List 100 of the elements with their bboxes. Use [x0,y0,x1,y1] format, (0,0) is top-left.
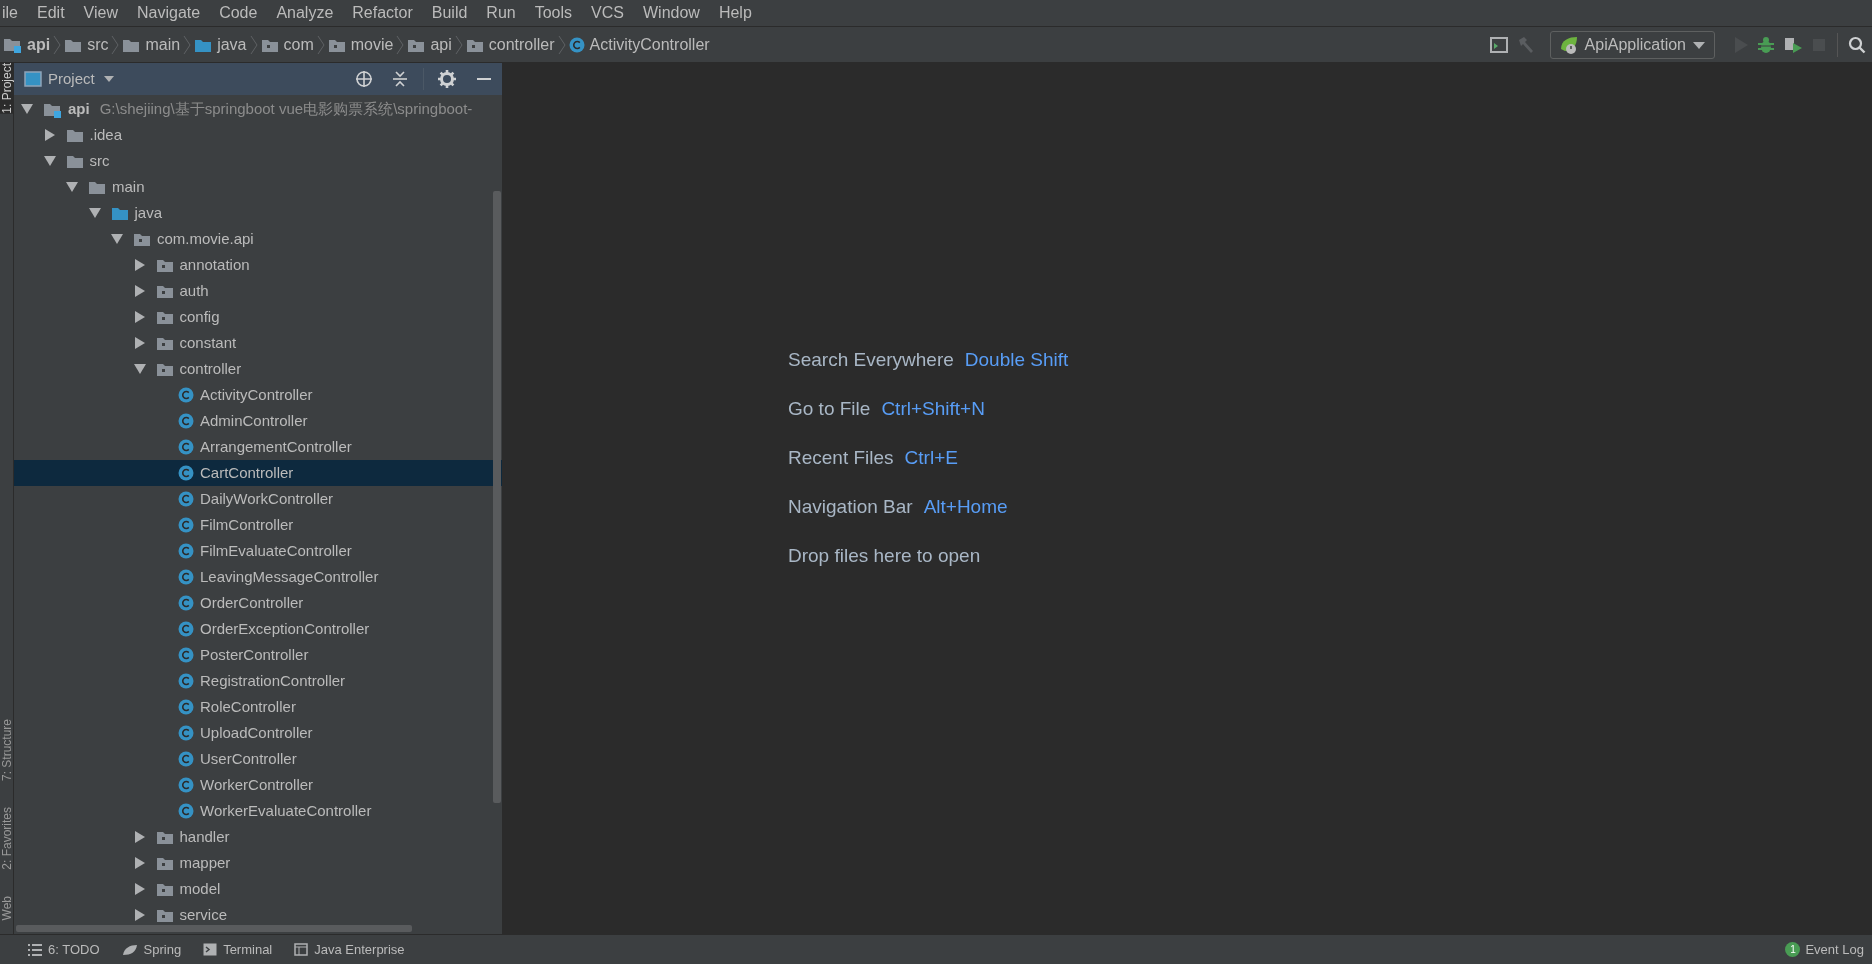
caret-icon [1692,39,1706,50]
collapsed-arrow-icon[interactable] [132,310,147,324]
tree-item[interactable]: DailyWorkController [14,486,502,512]
menu-item[interactable]: ile [2,1,18,25]
tree-item[interactable]: RoleController [14,694,502,720]
side-tab[interactable]: 2: Favorites [0,806,14,870]
class-icon [178,439,194,455]
collapsed-arrow-icon[interactable] [42,128,57,142]
tree-item[interactable]: FilmController [14,512,502,538]
tree-item[interactable]: UserController [14,746,502,772]
tree-item[interactable]: RegistrationController [14,668,502,694]
class-icon [178,621,194,637]
breadcrumb-item[interactable]: api [406,32,453,57]
expanded-arrow-icon[interactable] [110,233,124,245]
menu-item[interactable]: Refactor [352,1,413,25]
expanded-arrow-icon[interactable] [65,181,79,193]
tree-item[interactable]: model [14,876,502,902]
class-icon [178,725,194,741]
tree-item[interactable]: annotation [14,252,502,278]
locate-icon[interactable] [355,70,373,88]
tree-item[interactable]: controller [14,356,502,382]
menu-item[interactable]: Tools [534,1,573,25]
settings-icon[interactable] [438,70,456,88]
menu-item[interactable]: Edit [37,1,65,25]
tree-item[interactable]: WorkerEvaluateController [14,798,502,824]
collapsed-arrow-icon[interactable] [132,284,147,298]
breadcrumb-item[interactable]: com [259,32,315,57]
tree-item[interactable]: mapper [14,850,502,876]
tool-window-tab[interactable]: 6: TODO [28,939,100,960]
collapsed-arrow-icon[interactable] [132,882,147,896]
menu-item[interactable]: Navigate [137,1,201,25]
class-icon [178,517,194,533]
bug-icon[interactable] [1757,35,1775,54]
tree-item[interactable]: ActivityController [14,382,502,408]
tree-item[interactable]: FilmEvaluateController [14,538,502,564]
package-folder-icon [155,829,174,845]
class-icon [178,465,194,481]
menu-item[interactable]: Build [431,1,468,25]
package-folder-icon [155,907,174,923]
expanded-arrow-icon[interactable] [42,155,57,167]
breadcrumb-item[interactable]: controller [464,32,556,57]
expanded-arrow-icon[interactable] [20,103,34,115]
package-folder-icon [133,231,151,247]
collapsed-arrow-icon[interactable] [132,258,147,272]
event-log-tab[interactable]: 1 Event Log [1785,939,1864,960]
side-tab[interactable]: 1: Project [0,63,14,114]
tree-item[interactable]: CartController [14,460,502,486]
menu-item[interactable]: Window [643,1,700,25]
window-icon[interactable] [1489,36,1508,53]
tree-item[interactable]: OrderExceptionController [14,616,502,642]
tree-item[interactable]: config [14,304,502,330]
tree-item[interactable]: .idea [14,122,502,148]
tree-item[interactable]: main [14,174,502,200]
menu-item[interactable]: Analyze [276,1,334,25]
tool-window-tab[interactable]: Terminal [203,939,273,960]
run-configuration-dropdown[interactable]: ApiApplication [1549,30,1715,59]
tree-item[interactable]: LeavingMessageController [14,564,502,590]
tree-item[interactable]: java [14,200,502,226]
menu-item[interactable]: Run [486,1,516,25]
breadcrumb-item[interactable]: api [2,32,52,57]
tool-window-tab[interactable]: Java Enterprise [294,939,405,960]
tree-item[interactable]: api G:\shejiing\基于springboot vue电影购票系统\springboot- [14,96,502,122]
menu-item[interactable]: VCS [591,1,624,25]
search-icon[interactable] [1848,35,1866,54]
collapse-icon[interactable] [391,70,409,88]
tree-item[interactable]: src [14,148,502,174]
horizontal-scrollbar[interactable] [16,925,412,932]
tree-item[interactable]: OrderController [14,590,502,616]
tool-window-tab[interactable]: Spring [121,939,182,960]
collapsed-arrow-icon[interactable] [132,856,147,870]
tree-item[interactable]: PosterController [14,642,502,668]
tree-item[interactable]: AdminController [14,408,502,434]
tree-item[interactable]: WorkerController [14,772,502,798]
tree-item[interactable]: constant [14,330,502,356]
expanded-arrow-icon[interactable] [132,363,147,375]
vertical-scrollbar[interactable] [493,191,501,803]
collapsed-arrow-icon[interactable] [132,908,147,922]
breadcrumb-item[interactable]: ActivityController [567,32,711,57]
tree-item[interactable]: UploadController [14,720,502,746]
project-view-dropdown[interactable]: Project [48,67,115,91]
menu-item[interactable]: Code [219,1,258,25]
breadcrumb-item[interactable]: main [121,32,182,57]
tree-item[interactable]: ArrangementController [14,434,502,460]
collapsed-arrow-icon[interactable] [132,830,147,844]
coverage-icon[interactable] [1783,35,1803,54]
side-tab[interactable]: 7: Structure [0,718,14,781]
tree-item[interactable]: service [14,902,502,928]
expanded-arrow-icon[interactable] [87,207,102,219]
tree-item[interactable]: com.movie.api [14,226,502,252]
side-tab[interactable]: Web [0,895,14,920]
tree-item[interactable]: handler [14,824,502,850]
tree-item[interactable]: auth [14,278,502,304]
menu-item[interactable]: Help [718,1,752,25]
breadcrumb-item[interactable]: movie [326,32,395,57]
class-icon [178,543,194,559]
package-folder-icon [155,335,174,351]
collapsed-arrow-icon[interactable] [132,336,147,350]
breadcrumb-item[interactable]: src [63,32,110,57]
menu-item[interactable]: View [83,1,118,25]
breadcrumb-item[interactable]: java [193,32,248,57]
